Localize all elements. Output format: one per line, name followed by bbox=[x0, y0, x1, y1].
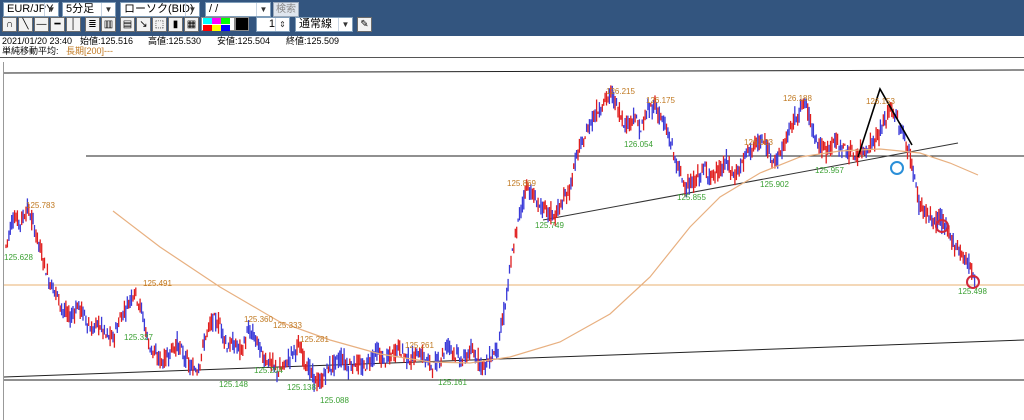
horizontal-line-icon[interactable]: ━ bbox=[50, 17, 65, 32]
high-label: 125.360 bbox=[244, 315, 273, 324]
line-width-stepper[interactable]: 1 ⇕ bbox=[256, 17, 290, 32]
chevron-down-icon: ▼ bbox=[185, 3, 199, 16]
line-type-select[interactable]: 通常線 ▼ bbox=[295, 17, 353, 32]
date-input[interactable]: / / ▼ bbox=[205, 2, 271, 17]
high-label: 125.491 bbox=[143, 279, 172, 288]
date-value: / / bbox=[209, 3, 219, 15]
chevron-down-icon: ▼ bbox=[101, 3, 115, 16]
arrow-tool-icon[interactable]: ↘ bbox=[136, 17, 151, 32]
low-text: 安値:125.504 bbox=[217, 36, 271, 46]
chevron-down-icon: ▼ bbox=[44, 3, 58, 16]
color-swatch[interactable] bbox=[212, 18, 221, 24]
low-label: 125.161 bbox=[438, 378, 467, 387]
high-label: 126.215 bbox=[606, 87, 635, 96]
indicator-value: 長期[200]--- bbox=[66, 46, 114, 56]
low-label: 125.749 bbox=[535, 221, 564, 230]
fibonacci-tool-icon[interactable]: ≣ bbox=[85, 17, 100, 32]
search-button[interactable]: 検索 bbox=[273, 2, 299, 17]
color-swatch[interactable] bbox=[203, 18, 212, 24]
high-label: 125.333 bbox=[273, 321, 302, 330]
timeframe-value: 5分足 bbox=[66, 3, 95, 15]
delete-tool-icon[interactable]: ▮ bbox=[168, 17, 183, 32]
channel-tool-icon[interactable]: ▥ bbox=[101, 17, 116, 32]
current-color[interactable] bbox=[235, 17, 249, 31]
high-label: 126.175 bbox=[646, 96, 675, 105]
high-label: 126.023 bbox=[744, 138, 773, 147]
low-label: 125.204 bbox=[254, 366, 283, 375]
magnet-tool-icon[interactable]: ∩ bbox=[2, 17, 17, 32]
color-swatch[interactable] bbox=[221, 18, 230, 24]
ohlc-info-bar: 2021/01/20 23:40 始値:125.516 高値:125.530 安… bbox=[0, 36, 1024, 46]
trendline-tool-icon[interactable]: ╲ bbox=[18, 17, 33, 32]
toolbar: EUR/JPY ▼ 5分足 ▼ ローソク(BID) ▼ / / ▼ 検索 ∩ ╲… bbox=[0, 0, 1024, 36]
chart-type-select[interactable]: ローソク(BID) ▼ bbox=[120, 2, 200, 17]
stepper-arrows-icon: ⇕ bbox=[275, 18, 289, 31]
open-text: 始値:125.516 bbox=[80, 36, 134, 46]
high-label: 125.281 bbox=[300, 335, 329, 344]
low-label: 125.498 bbox=[958, 287, 987, 296]
high-label: 125.869 bbox=[507, 179, 536, 188]
select-tool-icon[interactable]: ⬚ bbox=[152, 17, 167, 32]
hline-tool-icon[interactable]: — bbox=[34, 17, 49, 32]
vertical-line-icon[interactable]: │ bbox=[66, 17, 81, 32]
color-swatch[interactable] bbox=[221, 25, 230, 31]
timeframe-select[interactable]: 5分足 ▼ bbox=[62, 2, 116, 17]
high-text: 高値:125.530 bbox=[148, 36, 202, 46]
low-label: 125.138 bbox=[287, 383, 316, 392]
symbol-select[interactable]: EUR/JPY ▼ bbox=[3, 2, 59, 17]
palette-icon[interactable]: ▦ bbox=[184, 17, 199, 32]
datetime-text: 2021/01/20 23:40 bbox=[2, 36, 73, 46]
line-type-value: 通常線 bbox=[299, 18, 332, 30]
high-label: 126.188 bbox=[783, 94, 812, 103]
low-label: 125.957 bbox=[815, 166, 844, 175]
chart-background bbox=[0, 57, 1024, 420]
low-label: 125.327 bbox=[124, 333, 153, 342]
low-label: 125.088 bbox=[320, 396, 349, 405]
low-label: 125.855 bbox=[677, 193, 706, 202]
low-label: 125.902 bbox=[760, 180, 789, 189]
chevron-down-icon: ▼ bbox=[338, 18, 352, 31]
high-label: 125.261 bbox=[405, 341, 434, 350]
chart-type-value: ローソク(BID) bbox=[124, 3, 194, 15]
price-chart[interactable]: 125.783 125.491 125.360 125.333 125.281 … bbox=[0, 57, 1024, 420]
low-label: 125.148 bbox=[219, 380, 248, 389]
text-tool-icon[interactable]: ▤ bbox=[120, 17, 135, 32]
indicator-info-bar: 単純移動平均: 長期[200]--- bbox=[0, 46, 1024, 56]
high-label: 125.783 bbox=[26, 201, 55, 210]
low-label: 126.054 bbox=[624, 140, 653, 149]
high-label: 126.153 bbox=[866, 97, 895, 106]
indicator-label: 単純移動平均: bbox=[2, 46, 59, 56]
color-swatch[interactable] bbox=[203, 25, 212, 31]
color-swatch[interactable] bbox=[212, 25, 221, 31]
low-label: 125.628 bbox=[4, 253, 33, 262]
chevron-down-icon: ▼ bbox=[256, 3, 270, 16]
pen-tool-icon[interactable]: ✎ bbox=[357, 17, 372, 32]
close-text: 終値:125.509 bbox=[286, 36, 340, 46]
